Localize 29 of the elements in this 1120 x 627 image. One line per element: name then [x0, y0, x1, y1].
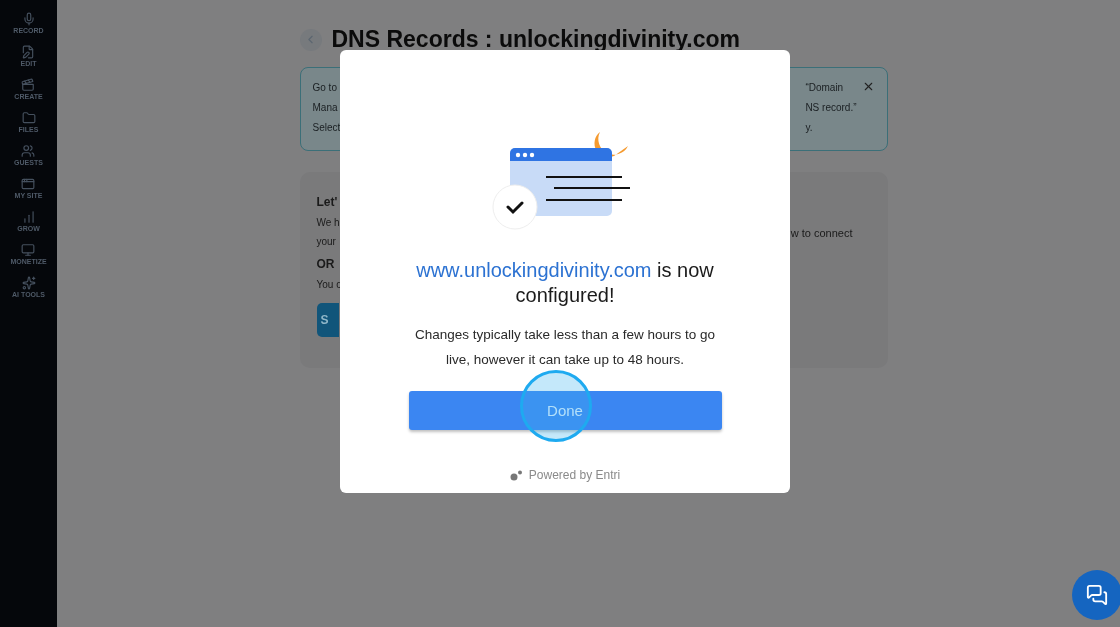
action-button[interactable]: S [316, 303, 339, 337]
chat-icon [1086, 584, 1108, 606]
window-icon [21, 177, 36, 191]
logo-icon [509, 469, 523, 481]
banner-text: Mana [312, 101, 339, 115]
chat-button[interactable] [1072, 570, 1120, 620]
card-heading: Let' [316, 194, 339, 211]
banner-text: Select [312, 121, 341, 135]
monitor-icon [21, 243, 36, 257]
banner-text: “Domain [805, 81, 845, 95]
banner-text: NS record.” [805, 101, 857, 115]
done-button[interactable]: Done [408, 391, 722, 430]
page-title: DNS Records : unlockingdivinity.com [331, 26, 741, 53]
banner-text: Go to [312, 81, 338, 95]
card-text: We h [316, 216, 341, 230]
card-heading: OR [316, 256, 336, 273]
dialog-title: www.unlockingdivinity.com is now configured! [415, 258, 715, 308]
clapperboard-icon [21, 78, 36, 92]
dialog-message: Changes typically take less than a few hours to go live, however it can take up to 48 hours. [413, 326, 717, 369]
card-text: your [316, 235, 337, 249]
banner-text: y. [805, 121, 814, 135]
sparkles-icon [21, 276, 36, 290]
powered-by-text: Powered by Entri [528, 468, 621, 482]
people-icon [21, 144, 36, 158]
bar-chart-icon [21, 210, 36, 224]
document-icon [21, 45, 36, 59]
card-text: w to connect [790, 226, 853, 241]
microphone-icon [21, 12, 36, 26]
folder-icon [21, 111, 36, 125]
